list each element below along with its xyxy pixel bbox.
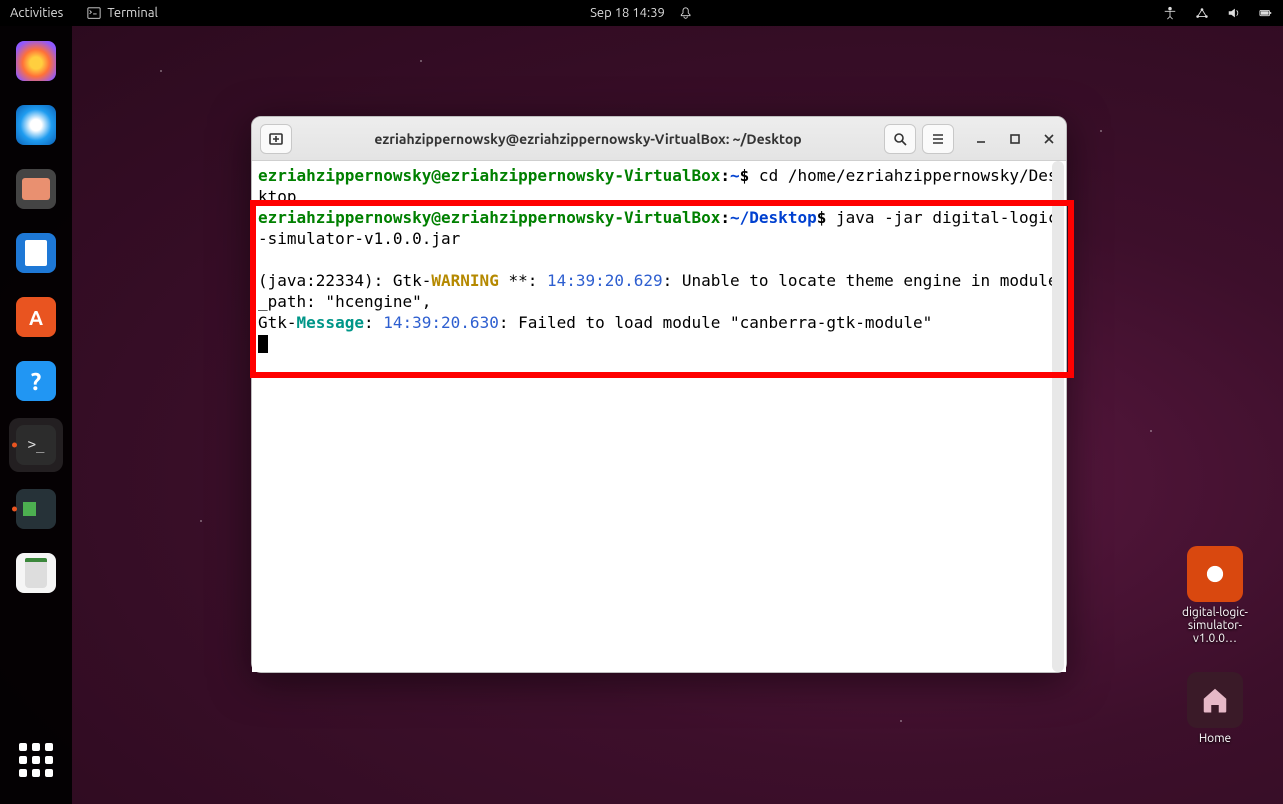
- terminal-icon: [87, 6, 101, 20]
- window-title: ezriahzippernowsky@ezriahzippernowsky-Vi…: [292, 131, 884, 147]
- active-app-indicator[interactable]: Terminal: [87, 6, 158, 20]
- new-tab-icon: [268, 131, 284, 147]
- prompt-path-1: ~: [730, 166, 740, 185]
- window-titlebar[interactable]: ezriahzippernowsky@ezriahzippernowsky-Vi…: [252, 117, 1066, 161]
- home-icon: [1200, 685, 1230, 715]
- minimize-icon: [974, 132, 988, 146]
- dock-writer[interactable]: [9, 226, 63, 280]
- prompt-dollar-2: $: [817, 208, 827, 227]
- prompt-userhost-2: ezriahzippernowsky@ezriahzippernowsky-Vi…: [258, 208, 720, 227]
- menu-button[interactable]: [922, 124, 954, 154]
- dock-terminal[interactable]: [9, 418, 63, 472]
- gtk-message: Message: [297, 313, 364, 332]
- dock-help[interactable]: [9, 354, 63, 408]
- desktop-home-label: Home: [1175, 732, 1255, 745]
- gtk-ts2: 14:39:20.630: [383, 313, 499, 332]
- minimize-button[interactable]: [972, 130, 990, 148]
- terminal-cursor: [258, 335, 268, 353]
- dock-firefox[interactable]: [9, 34, 63, 88]
- close-icon: [1042, 132, 1056, 146]
- gtk-warning: WARNING: [431, 271, 498, 290]
- gtk-stars: **:: [499, 271, 547, 290]
- volume-icon[interactable]: [1227, 6, 1241, 20]
- prompt-userhost: ezriahzippernowsky@ezriahzippernowsky-Vi…: [258, 166, 720, 185]
- desktop-jar-icon[interactable]: digital-logic-simulator-v1.0.0…: [1175, 546, 1255, 645]
- prompt-sep: :: [720, 166, 730, 185]
- notification-bell-icon[interactable]: [679, 6, 693, 20]
- gtk-colon: :: [364, 313, 383, 332]
- prompt-dollar-1: $: [740, 166, 750, 185]
- hamburger-icon: [930, 131, 946, 147]
- gtk-prefix2: Gtk-: [258, 313, 297, 332]
- accessibility-icon[interactable]: [1163, 6, 1177, 20]
- dock-simulator[interactable]: [9, 482, 63, 536]
- desktop-home-icon[interactable]: Home: [1175, 672, 1255, 745]
- dock: [0, 26, 72, 804]
- terminal-output[interactable]: ezriahzippernowsky@ezriahzippernowsky-Vi…: [252, 161, 1066, 672]
- active-app-label: Terminal: [107, 6, 158, 20]
- terminal-window: ezriahzippernowsky@ezriahzippernowsky-Vi…: [251, 116, 1067, 673]
- gtk-ts1: 14:39:20.629: [547, 271, 663, 290]
- maximize-button[interactable]: [1006, 130, 1024, 148]
- desktop-jar-label: digital-logic-simulator-v1.0.0…: [1175, 606, 1255, 645]
- dock-trash[interactable]: [9, 546, 63, 600]
- top-bar: Activities Terminal Sep 18 14:39: [0, 0, 1283, 26]
- gtk-rest2: : Failed to load module "canberra-gtk-mo…: [499, 313, 932, 332]
- terminal-scrollbar[interactable]: [1052, 161, 1064, 672]
- activities-button[interactable]: Activities: [10, 6, 63, 20]
- search-icon: [892, 131, 908, 147]
- network-icon[interactable]: [1195, 6, 1209, 20]
- close-button[interactable]: [1040, 130, 1058, 148]
- dock-files[interactable]: [9, 162, 63, 216]
- battery-icon[interactable]: [1259, 6, 1273, 20]
- prompt-sep-2: :: [720, 208, 730, 227]
- dock-thunderbird[interactable]: [9, 98, 63, 152]
- prompt-path-2: ~/Desktop: [730, 208, 817, 227]
- dock-software[interactable]: [9, 290, 63, 344]
- new-tab-button[interactable]: [260, 124, 292, 154]
- maximize-icon: [1008, 132, 1022, 146]
- show-applications-button[interactable]: [12, 736, 60, 784]
- search-button[interactable]: [884, 124, 916, 154]
- gtk-prefix: (java:22334): Gtk-: [258, 271, 431, 290]
- clock[interactable]: Sep 18 14:39: [590, 6, 665, 20]
